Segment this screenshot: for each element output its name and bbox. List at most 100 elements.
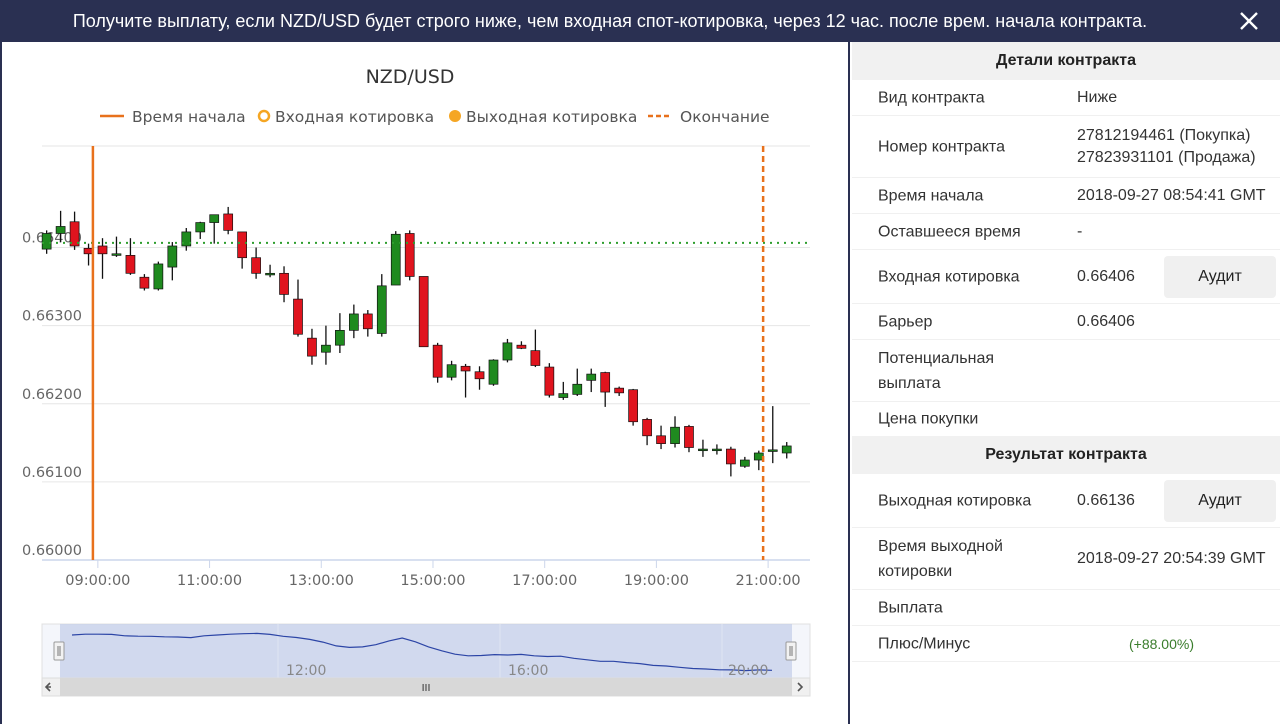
bull-candle	[698, 439, 708, 457]
candle-body	[153, 263, 164, 290]
candle-body	[265, 272, 275, 276]
filled-dot-icon	[449, 110, 461, 122]
candle-body	[460, 365, 471, 372]
navigator-tick-label: 20:00	[728, 663, 768, 679]
result-heading: Результат контракта	[852, 436, 1280, 474]
contract-id-sell: 27823931101 (Продажа)	[1077, 148, 1256, 166]
bull-candle	[167, 242, 178, 281]
row-value: 0.66136	[1077, 491, 1135, 509]
bear-candle	[614, 386, 625, 396]
row-value: Ниже	[1077, 88, 1118, 106]
row-value: (+88.00%)	[1129, 635, 1194, 652]
contract-description: Получите выплату, если NZD/USD будет стр…	[72, 11, 1148, 31]
candle-body	[251, 257, 261, 274]
x-tick-label: 15:00:00	[400, 573, 465, 589]
y-axis: 0.660000.661000.662000.663000.66400	[22, 231, 82, 559]
row-label: Номер контракта	[878, 138, 1005, 155]
candle-body	[321, 344, 331, 353]
x-tick-label: 11:00:00	[177, 573, 242, 589]
bear-candle	[460, 363, 471, 398]
row-label: Барьер	[878, 313, 933, 330]
row-label: Время начала	[878, 187, 984, 204]
navigator-selection	[60, 624, 792, 678]
candle-body	[223, 213, 234, 231]
candle-body	[698, 448, 708, 452]
bull-candle	[558, 381, 569, 400]
result-row-profit-loss: Плюс/Минус (+88.00%)	[852, 626, 1280, 662]
candle-body	[739, 459, 750, 467]
y-tick-label: 0.66000	[22, 543, 82, 559]
candle-body	[572, 383, 583, 395]
bull-candle	[321, 325, 331, 365]
row-label: Плюс/Минус	[878, 635, 971, 652]
navigator-right-handle[interactable]	[785, 641, 797, 661]
row-value: -	[1077, 222, 1083, 240]
candle-body	[139, 276, 150, 289]
candle-body	[656, 435, 666, 444]
row-value: 0.66406	[1077, 267, 1135, 285]
bear-candle	[418, 276, 429, 348]
legend-label: Входная котировка	[275, 108, 434, 126]
x-tick-label: 09:00:00	[65, 573, 130, 589]
candle-body	[209, 214, 220, 223]
hollow-dot-icon	[257, 109, 271, 123]
candle-body	[488, 359, 499, 385]
bear-candle	[223, 206, 234, 235]
bear-candle	[516, 341, 527, 350]
candle-body	[781, 445, 792, 454]
close-icon[interactable]	[1236, 8, 1262, 34]
candle-body	[41, 233, 52, 250]
bear-candle	[97, 238, 108, 279]
candle-body	[558, 393, 569, 398]
row-value: 0.66406	[1077, 312, 1135, 330]
chart-legend: Время начала Входная котировка Выходная ко…	[100, 108, 770, 126]
row-label: Потенциальная выплата	[878, 349, 994, 392]
entry-audit-button[interactable]: Аудит	[1164, 255, 1276, 298]
details-row-type: Вид контракта Ниже	[852, 80, 1280, 116]
details-heading: Детали контракта	[852, 42, 1280, 80]
y-tick-label: 0.66200	[22, 387, 82, 403]
details-row-start-time: Время начала 2018-09-27 08:54:41 GMT	[852, 178, 1280, 214]
bear-candle	[642, 417, 652, 446]
bull-candle	[739, 456, 750, 468]
bull-candle	[670, 416, 680, 448]
legend-label: Время начала	[132, 108, 246, 126]
legend-label: Выходная котировка	[466, 108, 637, 126]
candle-body	[544, 366, 555, 396]
bull-candle	[712, 444, 722, 455]
bear-candle	[432, 342, 443, 383]
row-label: Выплата	[878, 599, 943, 616]
candle-body	[293, 298, 303, 335]
navigator-tick-label: 16:00	[508, 663, 548, 679]
candle-body	[376, 285, 387, 334]
legend-label: Окончание	[680, 108, 770, 126]
bull-candle	[153, 261, 164, 291]
bull-candle	[586, 368, 597, 393]
chart-title: NZD/USD	[366, 66, 455, 88]
bull-candle	[781, 442, 792, 459]
details-row-contract-id: Номер контракта 27812194461 (Покупка) 27…	[852, 116, 1280, 178]
candle-body	[125, 255, 136, 274]
navigator-left-handle[interactable]	[53, 641, 65, 661]
bull-candle	[502, 338, 513, 363]
candle-body	[474, 371, 485, 380]
candle-body	[307, 337, 317, 357]
candle-body	[432, 344, 443, 378]
result-row-payout: Выплата	[852, 590, 1280, 626]
bear-candle	[684, 424, 694, 453]
x-tick-label: 19:00:00	[624, 573, 689, 589]
range-navigator[interactable]: 12:00 16:00 20:00 III	[41, 623, 811, 697]
bear-candle	[726, 446, 736, 477]
row-label: Цена покупки	[878, 410, 979, 428]
details-row-entry-spot: Входная котировка 0.66406 Аудит	[852, 250, 1280, 304]
candle-body	[97, 245, 108, 255]
contract-markers	[42, 146, 810, 560]
bull-candle	[376, 274, 387, 337]
candle-body	[446, 364, 457, 378]
bull-candle	[195, 221, 206, 239]
chart-pane: NZD/USD Время начала Входная котировка Вых…	[0, 42, 850, 724]
candle-body	[237, 231, 247, 259]
candle-body	[111, 253, 122, 256]
bull-candle	[767, 406, 778, 464]
exit-audit-button[interactable]: Аудит	[1164, 479, 1276, 522]
